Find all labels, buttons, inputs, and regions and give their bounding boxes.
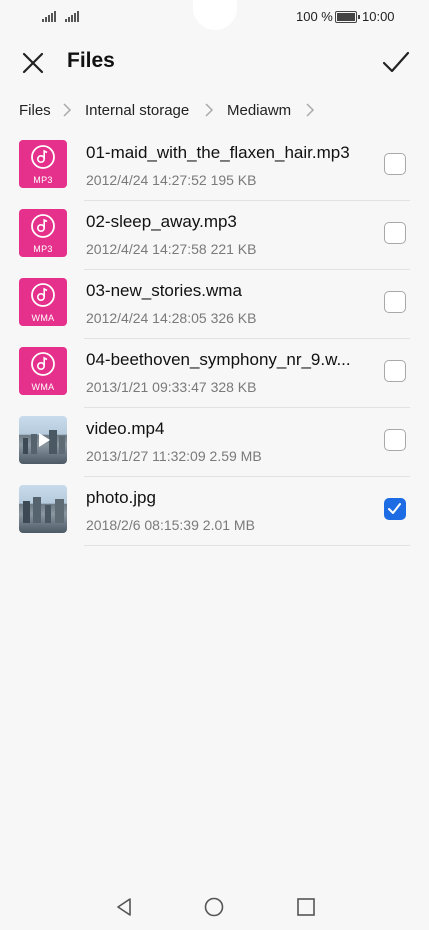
file-checkbox[interactable]: [384, 360, 406, 382]
chevron-right-icon: [63, 103, 72, 117]
image-thumbnail: [19, 485, 67, 533]
file-name: photo.jpg: [86, 488, 156, 507]
home-button[interactable]: [203, 896, 225, 918]
close-icon: [22, 52, 44, 74]
music-file-icon: WMA: [19, 347, 67, 395]
close-button[interactable]: [18, 48, 48, 78]
file-checkbox[interactable]: [384, 222, 406, 244]
file-checkbox[interactable]: [384, 429, 406, 451]
file-type-label: MP3: [33, 175, 53, 185]
music-file-icon: MP3: [19, 140, 67, 188]
file-checkbox-checked[interactable]: [384, 498, 406, 520]
breadcrumb-files[interactable]: Files: [19, 102, 51, 119]
file-type-label: WMA: [31, 382, 55, 392]
breadcrumb-mediawm[interactable]: Mediawm: [227, 102, 291, 119]
file-size: 326 KB: [210, 310, 257, 326]
file-name: 03-new_stories.wma: [86, 281, 242, 300]
divider: [84, 545, 410, 546]
recents-icon: [297, 898, 315, 916]
file-meta: 2013/1/21 09:33:47 328 KB: [86, 379, 257, 395]
signal-icon: [65, 10, 81, 22]
file-date: 2013/1/21 09:33:47: [86, 379, 207, 395]
file-row[interactable]: photo.jpg 2018/2/6 08:15:39 2.01 MB: [0, 477, 429, 546]
breadcrumb: Files Internal storage Mediawm: [0, 90, 429, 130]
page-title: Files: [67, 49, 115, 72]
file-name: 02-sleep_away.mp3: [86, 212, 237, 231]
recents-button[interactable]: [295, 896, 317, 918]
file-meta: 2013/1/27 11:32:09 2.59 MB: [86, 448, 262, 464]
file-size: 2.59 MB: [209, 448, 262, 464]
battery-percent: 100 %: [296, 9, 333, 24]
breadcrumb-internal-storage[interactable]: Internal storage: [85, 102, 189, 119]
file-type-label: MP3: [33, 244, 53, 254]
app-header: Files: [0, 34, 429, 90]
music-file-icon: WMA: [19, 278, 67, 326]
battery-icon: [335, 11, 360, 23]
system-nav-bar: [0, 884, 429, 930]
file-name: 01-maid_with_the_flaxen_hair.mp3: [86, 143, 350, 162]
file-date: 2012/4/24 14:27:52: [86, 172, 207, 188]
file-meta: 2018/2/6 08:15:39 2.01 MB: [86, 517, 255, 533]
file-row[interactable]: MP3 01-maid_with_the_flaxen_hair.mp3 201…: [0, 132, 429, 201]
file-size: 195 KB: [210, 172, 257, 188]
file-row[interactable]: WMA 03-new_stories.wma 2012/4/24 14:28:0…: [0, 270, 429, 339]
back-icon: [117, 898, 131, 916]
signal-icon: [42, 10, 58, 22]
video-thumbnail: [19, 416, 67, 464]
chevron-right-icon: [306, 103, 315, 117]
back-button[interactable]: [113, 896, 135, 918]
file-name: video.mp4: [86, 419, 165, 438]
file-checkbox[interactable]: [384, 153, 406, 175]
home-icon: [204, 897, 224, 917]
file-checkbox[interactable]: [384, 291, 406, 313]
file-date: 2012/4/24 14:28:05: [86, 310, 207, 326]
status-bar: 100 % 10:00: [0, 0, 429, 34]
file-name: 04-beethoven_symphony_nr_9.w...: [86, 350, 351, 369]
checkmark-icon: [382, 51, 410, 73]
file-meta: 2012/4/24 14:27:52 195 KB: [86, 172, 257, 188]
play-icon: [23, 430, 65, 454]
file-size: 2.01 MB: [202, 517, 255, 533]
file-row[interactable]: video.mp4 2013/1/27 11:32:09 2.59 MB: [0, 408, 429, 477]
chevron-right-icon: [205, 103, 214, 117]
file-date: 2018/2/6 08:15:39: [86, 517, 199, 533]
confirm-button[interactable]: [380, 46, 412, 78]
file-type-label: WMA: [31, 313, 55, 323]
file-size: 221 KB: [210, 241, 257, 257]
file-meta: 2012/4/24 14:28:05 326 KB: [86, 310, 257, 326]
music-file-icon: MP3: [19, 209, 67, 257]
file-row[interactable]: MP3 02-sleep_away.mp3 2012/4/24 14:27:58…: [0, 201, 429, 270]
file-list: MP3 01-maid_with_the_flaxen_hair.mp3 201…: [0, 132, 429, 546]
clock: 10:00: [362, 9, 395, 24]
file-meta: 2012/4/24 14:27:58 221 KB: [86, 241, 257, 257]
file-size: 328 KB: [210, 379, 257, 395]
file-date: 2013/1/27 11:32:09: [86, 448, 206, 464]
file-row[interactable]: WMA 04-beethoven_symphony_nr_9.w... 2013…: [0, 339, 429, 408]
camera-notch: [193, 0, 237, 30]
file-date: 2012/4/24 14:27:58: [86, 241, 207, 257]
checkmark-icon: [388, 503, 401, 514]
